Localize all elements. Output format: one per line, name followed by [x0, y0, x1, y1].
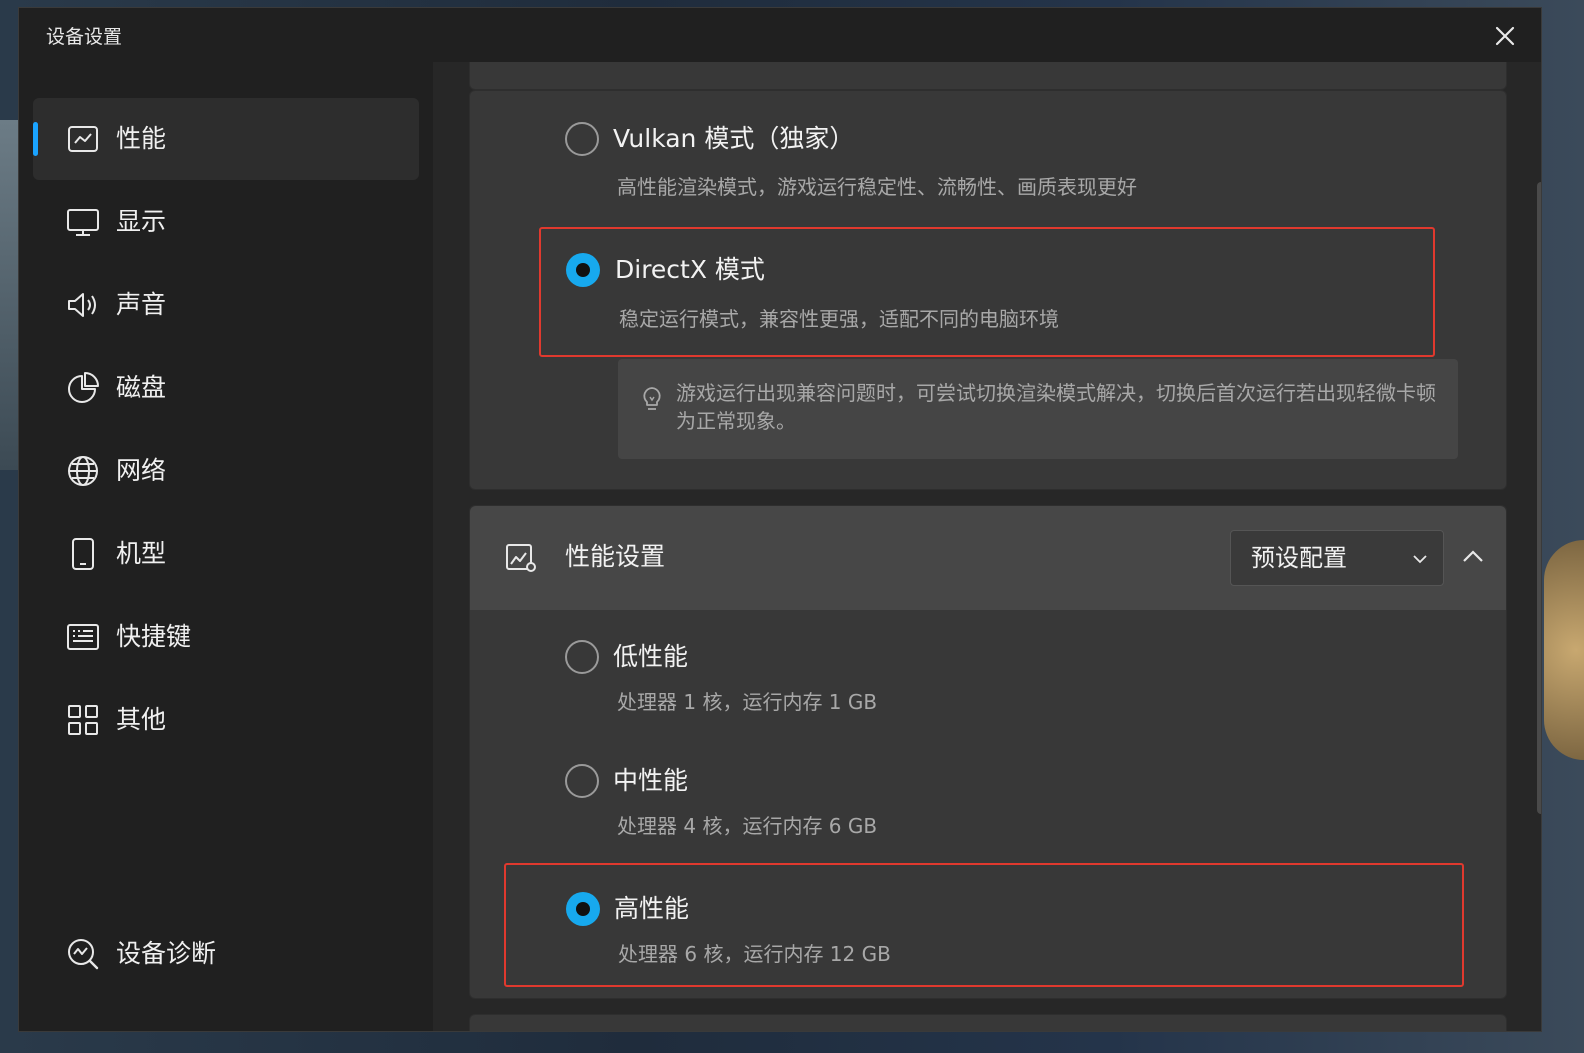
radio-directx[interactable]	[566, 253, 600, 287]
option-title: 低性能	[613, 642, 689, 671]
option-title: 高性能	[614, 894, 690, 923]
sidebar-item-display[interactable]: 显示	[33, 181, 419, 263]
radio-medium[interactable]	[565, 764, 599, 798]
option-description: 稳定运行模式，兼容性更强，适配不同的电脑环境	[619, 307, 1059, 331]
sidebar-item-label: 网络	[116, 456, 167, 485]
sidebar-item-diagnostics[interactable]: 设备诊断	[33, 913, 419, 995]
globe-icon	[68, 456, 98, 486]
render-option-directx[interactable]: DirectX 模式 稳定运行模式，兼容性更强，适配不同的电脑环境	[539, 227, 1435, 357]
sidebar-item-label: 快捷键	[116, 622, 192, 651]
desktop-background-right	[1544, 540, 1584, 760]
keyboard-icon	[67, 624, 99, 650]
grid-icon	[68, 705, 98, 735]
sidebar-item-disk[interactable]: 磁盘	[33, 347, 419, 429]
sidebar-item-label: 显示	[116, 207, 167, 236]
close-button[interactable]	[1487, 18, 1523, 54]
window-title: 设备设置	[46, 26, 123, 48]
performance-section-header: 性能设置 预设配置	[470, 506, 1506, 610]
performance-option-low[interactable]: 低性能 处理器 1 核，运行内存 1 GB	[470, 618, 1506, 738]
tip-box: 游戏运行出现兼容问题时，可尝试切换渲染模式解决，切换后首次运行若出现轻微卡顿为正…	[618, 359, 1458, 459]
option-description: 高性能渲染模式，游戏运行稳定性、流畅性、画质表现更好	[617, 175, 1137, 199]
tip-text: 游戏运行出现兼容问题时，可尝试切换渲染模式解决，切换后首次运行若出现轻微卡顿为正…	[676, 381, 1436, 433]
lightbulb-icon	[643, 387, 661, 410]
performance-chart-icon	[68, 126, 98, 152]
preset-dropdown[interactable]: 预设配置	[1230, 530, 1444, 586]
collapse-chevron-up-icon[interactable]	[1460, 544, 1486, 570]
option-title: Vulkan 模式（独家）	[613, 124, 855, 153]
option-description: 处理器 6 核，运行内存 12 GB	[618, 942, 891, 966]
desktop-background-left	[0, 120, 20, 470]
sidebar-item-label: 磁盘	[116, 373, 167, 402]
monitor-icon	[67, 209, 99, 236]
option-title: DirectX 模式	[615, 255, 765, 284]
render-mode-card: Vulkan 模式（独家） 高性能渲染模式，游戏运行稳定性、流畅性、画质表现更好…	[469, 90, 1507, 490]
sidebar-item-performance[interactable]: 性能	[33, 98, 419, 180]
sidebar-item-other[interactable]: 其他	[33, 679, 419, 761]
sidebar-item-label: 声音	[116, 290, 167, 319]
sidebar-item-sound[interactable]: 声音	[33, 264, 419, 346]
pie-chart-icon	[68, 372, 99, 403]
sidebar-item-device-model[interactable]: 机型	[33, 513, 419, 595]
next-card-edge	[469, 1014, 1507, 1031]
sidebar-item-label: 其他	[116, 705, 167, 734]
sidebar: 性能 显示 声音 磁盘 网络 机型 快捷键 其他 设备诊断	[19, 62, 433, 1031]
radio-high[interactable]	[566, 892, 600, 926]
previous-card-edge	[469, 62, 1507, 90]
option-description: 处理器 4 核，运行内存 6 GB	[617, 814, 878, 838]
sidebar-item-label: 性能	[116, 124, 167, 153]
option-title: 中性能	[613, 766, 689, 795]
scrollbar[interactable]	[1537, 182, 1541, 814]
title-bar: 设备设置	[19, 8, 1541, 62]
performance-settings-icon	[506, 544, 536, 572]
performance-option-medium[interactable]: 中性能 处理器 4 核，运行内存 6 GB	[470, 742, 1506, 862]
close-icon	[1495, 26, 1515, 46]
radio-low[interactable]	[565, 640, 599, 674]
sidebar-item-shortcuts[interactable]: 快捷键	[33, 596, 419, 678]
preset-dropdown-value: 预设配置	[1251, 544, 1347, 572]
settings-content: Vulkan 模式（独家） 高性能渲染模式，游戏运行稳定性、流畅性、画质表现更好…	[433, 62, 1541, 1031]
chevron-down-icon	[1413, 555, 1427, 564]
sidebar-item-label: 设备诊断	[116, 939, 217, 968]
render-option-vulkan[interactable]: Vulkan 模式（独家） 高性能渲染模式，游戏运行稳定性、流畅性、画质表现更好	[470, 91, 1506, 221]
speaker-icon	[68, 293, 96, 317]
option-description: 处理器 1 核，运行内存 1 GB	[617, 690, 878, 714]
phone-icon	[72, 538, 94, 570]
sidebar-item-label: 机型	[116, 539, 167, 568]
settings-window: 设备设置 性能 显示 声音 磁盘 网络 机型 快捷键 其他 设备诊断 Vulka…	[18, 7, 1542, 1032]
sidebar-item-network[interactable]: 网络	[33, 430, 419, 512]
radio-vulkan[interactable]	[565, 122, 599, 156]
section-title: 性能设置	[565, 542, 666, 571]
performance-settings-card: 性能设置 预设配置 低性能 处理器 1 核，运行内存 1 GB 中性能 处理器 …	[469, 505, 1507, 999]
diagnostics-icon	[68, 939, 99, 970]
performance-option-high[interactable]: 高性能 处理器 6 核，运行内存 12 GB	[504, 863, 1464, 987]
